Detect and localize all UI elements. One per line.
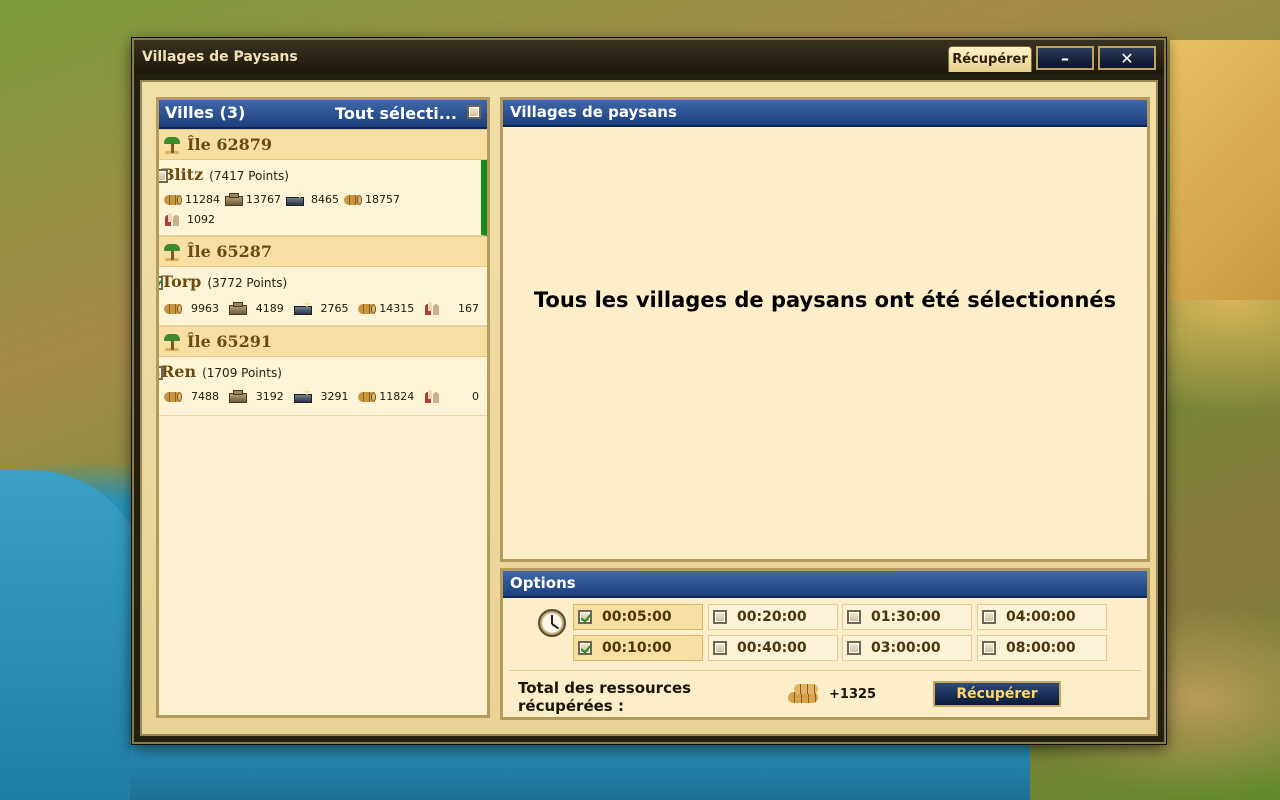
background-sea xyxy=(0,470,150,800)
city-resources: 9963 4189 2765 14315 167 xyxy=(163,297,483,316)
wood-value: 11284 xyxy=(185,193,220,206)
clock-icon xyxy=(538,609,566,637)
island-name: Île 62879 xyxy=(187,135,272,154)
city-resources: 11284 13767 8465 18757 xyxy=(163,188,404,207)
time-checkbox[interactable] xyxy=(578,610,592,624)
cities-title: Villes (3) xyxy=(165,103,246,122)
city-checkbox[interactable] xyxy=(159,366,163,380)
minimize-icon: – xyxy=(1061,48,1069,68)
tab-recuperer[interactable]: Récupérer xyxy=(948,46,1032,72)
city-name[interactable]: Ren (1709 Points) xyxy=(161,362,282,381)
city-points: (7417 Points) xyxy=(209,169,289,183)
window-content: Villes (3) Tout sélecti... Île 62879 Bli… xyxy=(140,80,1158,736)
city-checkbox[interactable] xyxy=(159,169,168,183)
city-row-torp[interactable]: Torp(3772 Points) 9963 4189 2765 14315 1… xyxy=(159,267,487,326)
time-checkbox[interactable] xyxy=(713,610,727,624)
palm-island-icon xyxy=(163,136,181,154)
island-row[interactable]: Île 65291 xyxy=(159,326,487,357)
stone-icon xyxy=(224,192,244,207)
stone-value: 4189 xyxy=(255,302,284,315)
minimize-button[interactable]: – xyxy=(1036,46,1094,70)
background-wheat-field xyxy=(1170,40,1280,300)
silver-value: 2765 xyxy=(320,302,349,315)
population-value: 0 xyxy=(472,390,479,403)
wood-icon xyxy=(163,192,183,207)
time-option-2[interactable]: 01:30:00 xyxy=(842,604,972,630)
wood-icon xyxy=(163,301,183,316)
time-option-1[interactable]: 00:20:00 xyxy=(708,604,838,630)
time-option-3[interactable]: 04:00:00 xyxy=(977,604,1107,630)
favor-value: 14315 xyxy=(379,302,415,315)
city-points: (1709 Points) xyxy=(202,366,282,380)
stone-value: 3192 xyxy=(255,390,284,403)
close-icon: ✕ xyxy=(1120,48,1134,68)
stone-value: 13767 xyxy=(246,193,281,206)
city-row-blitz[interactable]: Blitz(7417 Points) 11284 13767 8465 1875… xyxy=(159,160,487,236)
time-option-4[interactable]: 00:10:00 xyxy=(573,635,703,661)
resources-icon xyxy=(357,389,377,404)
city-row-ren[interactable]: Ren(1709 Points) 7488 3192 3291 11824 0 xyxy=(159,357,487,416)
island-name: Île 65287 xyxy=(187,242,272,261)
wood-value: 9963 xyxy=(191,302,219,315)
resources-icon xyxy=(788,683,822,707)
cities-panel: Villes (3) Tout sélecti... Île 62879 Bli… xyxy=(156,97,490,718)
palm-island-icon xyxy=(163,333,181,351)
select-all-checkbox[interactable] xyxy=(467,105,481,119)
city-resources: 7488 3192 3291 11824 0 xyxy=(163,385,483,404)
options-header: Options xyxy=(503,571,1147,598)
window-title: Villages de Paysans xyxy=(142,49,298,65)
window-titlebar[interactable]: Villages de Paysans Récupérer – ✕ xyxy=(134,40,1164,74)
farm-villages-window: Villages de Paysans Récupérer – ✕ Villes… xyxy=(132,38,1166,744)
city-name[interactable]: Blitz (7417 Points) xyxy=(161,165,289,184)
time-checkbox[interactable] xyxy=(847,641,861,655)
palm-island-icon xyxy=(163,243,181,261)
silver-icon xyxy=(285,188,305,207)
population-value: 167 xyxy=(458,302,479,315)
close-button[interactable]: ✕ xyxy=(1098,46,1156,70)
time-option-0[interactable]: 00:05:00 xyxy=(573,604,703,630)
island-name: Île 65291 xyxy=(187,332,272,351)
silver-icon xyxy=(293,297,313,316)
time-checkbox[interactable] xyxy=(847,610,861,624)
farm-villages-panel: Villages de paysans Tous les villages de… xyxy=(500,97,1150,562)
time-option-6[interactable]: 03:00:00 xyxy=(842,635,972,661)
city-name[interactable]: Torp (3772 Points) xyxy=(161,272,287,291)
silver-value: 3291 xyxy=(320,390,349,403)
all-selected-message: Tous les villages de paysans ont été sél… xyxy=(533,288,1117,312)
island-row[interactable]: Île 65287 xyxy=(159,236,487,267)
time-checkbox[interactable] xyxy=(578,641,592,655)
favor-value: 11824 xyxy=(379,390,415,403)
island-row[interactable]: Île 62879 xyxy=(159,129,487,160)
city-points: (3772 Points) xyxy=(207,276,288,290)
options-divider xyxy=(509,670,1141,671)
time-checkbox[interactable] xyxy=(982,641,996,655)
time-checkbox[interactable] xyxy=(982,610,996,624)
population-value: 1092 xyxy=(187,213,215,226)
time-option-7[interactable]: 08:00:00 xyxy=(977,635,1107,661)
background-sea-bottom xyxy=(130,740,1030,800)
silver-icon xyxy=(293,385,313,404)
select-all-label[interactable]: Tout sélecti... xyxy=(335,104,457,123)
population-icon xyxy=(423,301,443,316)
total-resources-value: +1325 xyxy=(829,687,877,702)
options-panel: Options 00:05:00 00:20:00 01:30:00 04:00… xyxy=(500,568,1150,720)
stone-icon xyxy=(228,389,248,404)
population-icon xyxy=(423,389,443,404)
city-checkbox[interactable] xyxy=(159,276,163,290)
recuperer-button[interactable]: Récupérer xyxy=(933,681,1061,707)
resources-icon xyxy=(343,192,363,207)
time-checkbox[interactable] xyxy=(713,641,727,655)
time-option-5[interactable]: 00:40:00 xyxy=(708,635,838,661)
stone-icon xyxy=(228,301,248,316)
resources-icon xyxy=(357,301,377,316)
cities-header: Villes (3) Tout sélecti... xyxy=(159,100,487,129)
wood-icon xyxy=(163,389,183,404)
silver-value: 8465 xyxy=(311,193,339,206)
population-icon xyxy=(163,212,183,227)
city-population: 1092 xyxy=(163,212,219,227)
total-resources-label: Total des ressources récupérées : xyxy=(518,679,692,715)
farm-villages-header: Villages de paysans xyxy=(503,100,1147,127)
wood-value: 7488 xyxy=(191,390,219,403)
favor-value: 18757 xyxy=(365,193,400,206)
